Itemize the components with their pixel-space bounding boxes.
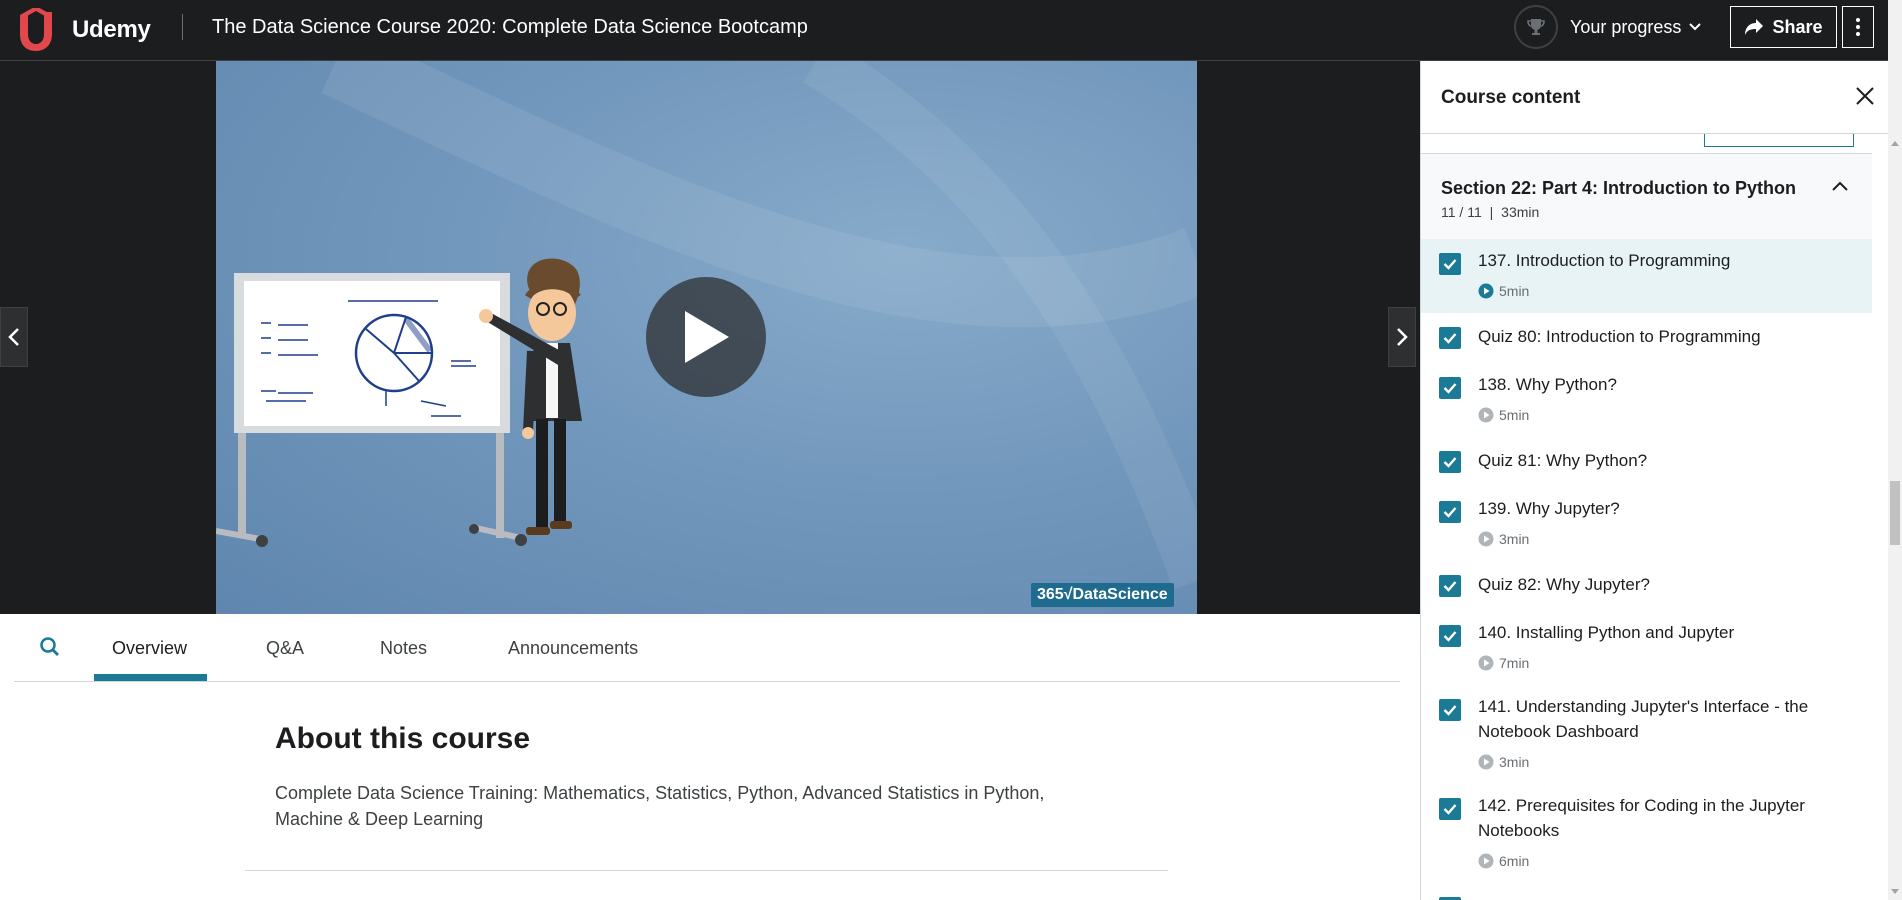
datascience-watermark: 365√DataScience [1031, 583, 1174, 607]
lecture-item[interactable]: 141. Understanding Jupyter's Interface -… [1421, 685, 1872, 784]
quiz-title: Quiz 80: Introduction to Programming [1478, 327, 1761, 346]
progress-dropdown[interactable]: Your progress [1514, 5, 1702, 49]
lecture-title: 139. Why Jupyter? [1478, 499, 1620, 518]
content-tabs: Overview Q&A Notes Announcements [14, 614, 1400, 682]
section-header[interactable]: Section 22: Part 4: Introduction to Pyth… [1421, 153, 1872, 239]
active-tab-indicator [94, 674, 207, 681]
share-button[interactable]: Share [1730, 6, 1837, 48]
quiz-title: Quiz 81: Why Python? [1478, 451, 1648, 470]
lecture-duration: 6min [1478, 853, 1529, 869]
chevron-left-icon [8, 328, 19, 346]
lecture-duration: 7min [1478, 655, 1529, 671]
video-play-small-icon [1478, 853, 1494, 869]
video-play-small-icon [1478, 754, 1494, 770]
quiz-item[interactable]: Quiz 81: Why Python? [1421, 437, 1872, 487]
brand-name: Udemy [72, 16, 151, 43]
quiz-item[interactable]: Quiz 82: Why Jupyter? [1421, 561, 1872, 611]
about-description: Complete Data Science Training: Mathemat… [275, 783, 1045, 829]
about-divider [245, 870, 1168, 871]
video-play-small-icon [1478, 283, 1494, 299]
tab-announcements[interactable]: Announcements [508, 638, 638, 659]
checkbox-checked-icon[interactable] [1439, 798, 1461, 820]
udemy-logo[interactable]: Udemy [14, 6, 151, 54]
lecture-item[interactable]: 138. Why Python? 5min [1421, 363, 1872, 437]
lecture-item-partial[interactable] [1421, 883, 1872, 900]
lecture-item[interactable]: 142. Prerequisites for Coding in the Jup… [1421, 784, 1872, 883]
lecture-title: 137. Introduction to Programming [1478, 251, 1731, 270]
chevron-up-icon [1832, 181, 1848, 191]
checkbox-checked-icon[interactable] [1439, 253, 1461, 275]
checkbox-checked-icon[interactable] [1439, 501, 1461, 523]
more-options-button[interactable] [1842, 6, 1874, 48]
progress-ring [1514, 5, 1558, 49]
play-button[interactable] [646, 277, 766, 397]
share-arrow-icon [1745, 19, 1764, 35]
chevron-down-icon [1689, 23, 1702, 31]
checkbox-checked-icon[interactable] [1439, 327, 1461, 349]
sidebar-header: Course content [1421, 61, 1888, 134]
video-play-small-icon [1478, 531, 1494, 547]
lecture-duration: 5min [1478, 283, 1529, 299]
quiz-title: Quiz 82: Why Jupyter? [1478, 575, 1650, 594]
tab-notes[interactable]: Notes [380, 638, 427, 659]
top-header: Udemy The Data Science Course 2020: Comp… [0, 0, 1902, 61]
course-title: The Data Science Course 2020: Complete D… [212, 16, 808, 38]
duration-text: 7min [1499, 655, 1530, 671]
video-player-area: 365√DataScience [0, 61, 1420, 614]
duration-text: 5min [1499, 407, 1530, 423]
lecture-item[interactable]: 140. Installing Python and Jupyter 7min [1421, 611, 1872, 685]
lecture-title: 140. Installing Python and Jupyter [1478, 623, 1735, 642]
checkbox-checked-icon[interactable] [1439, 377, 1461, 399]
previous-lecture-button[interactable] [0, 307, 28, 367]
duration-text: 3min [1499, 754, 1530, 770]
lecture-title: 142. Prerequisites for Coding in the Jup… [1478, 796, 1805, 840]
sidebar-scrollbar[interactable] [1888, 61, 1902, 900]
section-progress: 11 / 11 [1441, 204, 1482, 220]
tab-overview[interactable]: Overview [112, 638, 187, 659]
video-play-small-icon [1478, 407, 1494, 423]
meta-separator: | [1489, 204, 1494, 220]
next-lecture-button[interactable] [1388, 307, 1416, 367]
lecture-duration: 3min [1478, 754, 1529, 770]
tab-qa[interactable]: Q&A [266, 638, 304, 659]
trophy-icon [1527, 19, 1545, 35]
video-frame[interactable]: 365√DataScience [216, 61, 1197, 614]
quiz-item[interactable]: Quiz 80: Introduction to Programming [1421, 313, 1872, 363]
search-icon[interactable] [39, 636, 61, 658]
course-content-sidebar: Resources Course content Section 22: Par… [1420, 61, 1888, 900]
close-icon[interactable] [1854, 85, 1876, 107]
video-play-small-icon [1478, 655, 1494, 671]
checkbox-checked-icon[interactable] [1439, 451, 1461, 473]
duration-text: 6min [1499, 853, 1530, 869]
scroll-up-arrow[interactable] [1891, 141, 1899, 146]
lecture-title: 141. Understanding Jupyter's Interface -… [1478, 697, 1809, 741]
section-title: Section 22: Part 4: Introduction to Pyth… [1441, 178, 1797, 198]
section-meta: 11 / 11 | 33min [1441, 204, 1539, 220]
lecture-duration: 5min [1478, 407, 1529, 423]
scroll-down-arrow[interactable] [1891, 889, 1899, 894]
lecture-item[interactable]: 139. Why Jupyter? 3min [1421, 487, 1872, 561]
duration-text: 5min [1499, 283, 1530, 299]
scrollbar-thumb[interactable] [1890, 481, 1900, 545]
section-duration: 33min [1501, 204, 1540, 220]
sidebar-title: Course content [1441, 87, 1581, 108]
checkbox-checked-icon[interactable] [1439, 625, 1461, 647]
checkbox-checked-icon[interactable] [1439, 699, 1461, 721]
more-vertical-icon [1856, 18, 1860, 36]
chevron-right-icon [1397, 328, 1408, 346]
header-divider [182, 14, 183, 40]
duration-text: 3min [1499, 531, 1530, 547]
play-icon [685, 311, 729, 363]
checkbox-checked-icon[interactable] [1439, 575, 1461, 597]
about-heading: About this course [275, 722, 531, 755]
lecture-item[interactable]: 137. Introduction to Programming 5min [1421, 239, 1872, 313]
header-scrollbar-strip [1888, 0, 1902, 61]
share-label: Share [1772, 16, 1823, 37]
lecture-title: 138. Why Python? [1478, 375, 1617, 394]
progress-label: Your progress [1570, 16, 1682, 37]
lecture-duration: 3min [1478, 531, 1529, 547]
udemy-logo-icon [20, 8, 52, 51]
